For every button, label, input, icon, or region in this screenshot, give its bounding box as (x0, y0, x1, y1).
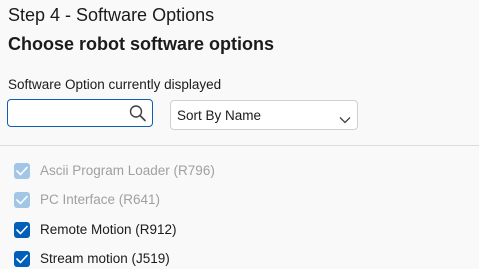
sort-selected-value: Sort By Name (177, 108, 262, 123)
option-label: Stream motion (J519) (40, 251, 170, 266)
option-checkbox[interactable] (14, 251, 30, 267)
option-checkbox (14, 163, 30, 179)
option-label: PC Interface (R641) (40, 192, 161, 207)
sort-dropdown[interactable]: Sort By Name (170, 100, 358, 130)
option-row: PC Interface (R641) (14, 190, 454, 210)
divider (0, 145, 479, 146)
option-row: Ascii Program Loader (R796) (14, 161, 454, 181)
option-label: Ascii Program Loader (R796) (40, 163, 215, 178)
search-box[interactable] (7, 99, 153, 127)
step-title: Step 4 - Software Options (8, 5, 215, 25)
option-checkbox[interactable] (14, 222, 30, 238)
checkmark-icon (16, 195, 28, 205)
option-checkbox (14, 192, 30, 208)
page-title: Choose robot software options (8, 34, 275, 54)
chevron-down-icon (339, 111, 351, 124)
checkmark-icon (16, 225, 28, 235)
option-label: Remote Motion (R912) (40, 222, 177, 237)
checkmark-icon (16, 166, 28, 176)
option-row[interactable]: Stream motion (J519) (14, 249, 454, 269)
option-row[interactable]: Remote Motion (R912) (14, 220, 454, 240)
search-input[interactable] (12, 103, 124, 123)
checkmark-icon (16, 254, 28, 264)
search-icon[interactable] (128, 104, 148, 122)
filter-label: Software Option currently displayed (8, 77, 222, 92)
